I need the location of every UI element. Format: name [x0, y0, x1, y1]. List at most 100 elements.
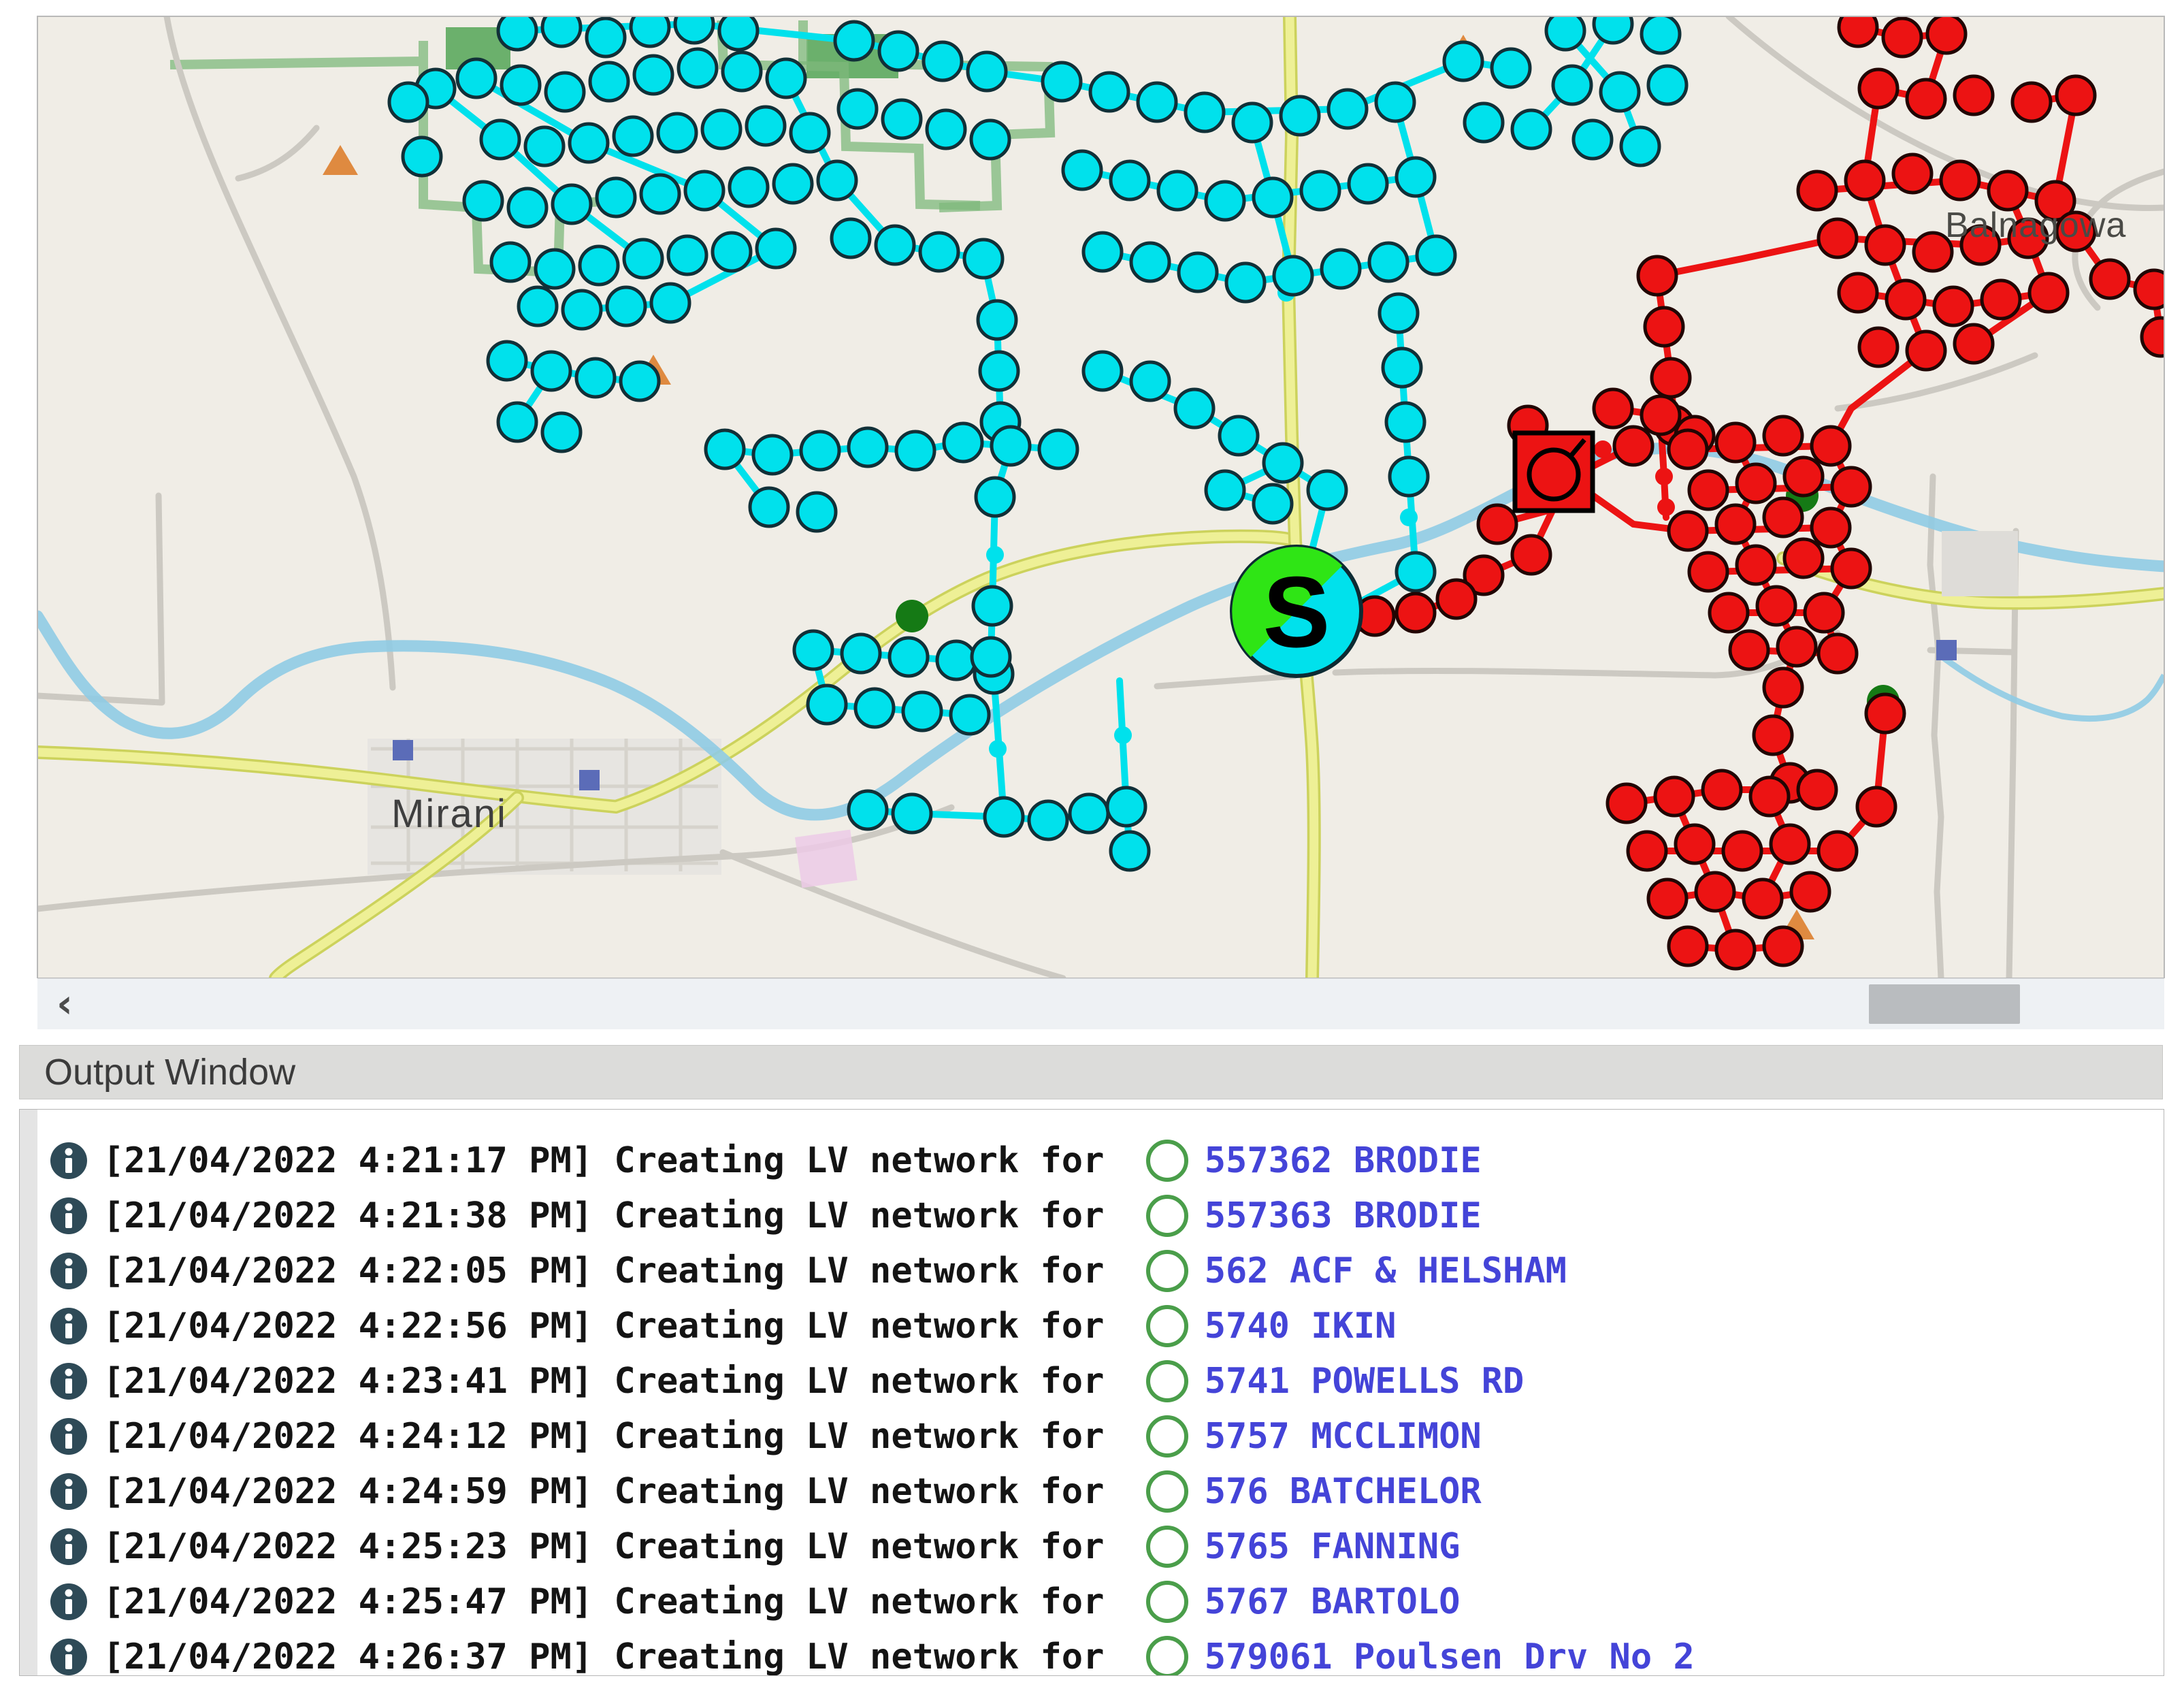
red-node[interactable] [1832, 468, 1870, 506]
red-node[interactable] [1771, 825, 1809, 863]
red-node[interactable] [1812, 427, 1850, 465]
red-node[interactable] [1982, 280, 2020, 319]
red-node[interactable] [2012, 83, 2051, 121]
feeder-link[interactable]: 579061 Poulsen Drv No 2 [1205, 1637, 1695, 1677]
cyan-node[interactable] [937, 641, 975, 679]
red-node[interactable] [1696, 873, 1734, 911]
cyan-node[interactable] [1553, 66, 1591, 104]
cyan-node[interactable] [1158, 172, 1196, 210]
red-node[interactable] [1478, 505, 1516, 543]
red-node[interactable] [1859, 328, 1897, 366]
cyan-node[interactable] [757, 229, 795, 268]
cyan-node[interactable] [1220, 417, 1258, 455]
cyan-node[interactable] [1175, 389, 1213, 428]
map-canvas[interactable]: SMiraniBalnagowa [0, 0, 2184, 978]
cyan-node[interactable] [1179, 253, 1217, 291]
map-horizontal-scrollbar[interactable]: ‹ [37, 978, 2164, 1029]
red-node[interactable] [1744, 880, 1782, 918]
red-node[interactable] [1812, 509, 1850, 547]
cyan-node[interactable] [1380, 294, 1418, 332]
cyan-node[interactable] [576, 359, 615, 397]
red-node[interactable] [1512, 536, 1550, 574]
cyan-node[interactable] [519, 287, 557, 325]
feeder-link[interactable]: 557362 BRODIE [1205, 1140, 1482, 1181]
cyan-node[interactable] [481, 120, 519, 159]
cyan-node[interactable] [1226, 263, 1265, 302]
feeder-link[interactable]: 5740 IKIN [1205, 1306, 1397, 1347]
cyan-node[interactable] [1397, 553, 1435, 591]
cyan-node[interactable] [876, 226, 914, 264]
red-node[interactable] [1710, 594, 1748, 632]
cyan-node[interactable] [1083, 233, 1122, 271]
cyan-node[interactable] [971, 120, 1009, 159]
cyan-node[interactable] [985, 798, 1023, 836]
cyan-node[interactable] [747, 107, 785, 145]
cyan-node[interactable] [634, 56, 672, 94]
feeder-link[interactable]: 5767 BARTOLO [1205, 1581, 1461, 1622]
cyan-node[interactable] [590, 63, 628, 101]
feeder-link[interactable]: 5765 FANNING [1205, 1526, 1461, 1567]
red-node[interactable] [1737, 546, 1775, 584]
cyan-node[interactable] [389, 83, 427, 121]
map-svg[interactable]: SMiraniBalnagowa [0, 0, 2184, 978]
red-node[interactable] [1638, 257, 1676, 295]
cyan-node[interactable] [1063, 151, 1101, 189]
red-node[interactable] [2030, 274, 2068, 312]
red-node[interactable] [1819, 634, 1857, 673]
cyan-node[interactable] [658, 114, 696, 152]
red-node[interactable] [1907, 80, 1945, 118]
cyan-node[interactable] [723, 52, 761, 91]
red-node[interactable] [2057, 76, 2095, 114]
red-node[interactable] [1819, 832, 1857, 870]
cyan-node[interactable] [542, 413, 581, 451]
red-node[interactable] [1437, 580, 1476, 618]
cyan-node[interactable] [1039, 430, 1077, 468]
cyan-node[interactable] [607, 287, 645, 325]
red-node[interactable] [2135, 270, 2173, 308]
red-node[interactable] [1737, 464, 1775, 502]
cyan-node[interactable] [730, 168, 768, 206]
output-log-panel[interactable]: [21/04/2022 4:21:17 PM] Creating LV netw… [19, 1109, 2164, 1676]
cyan-node[interactable] [1090, 73, 1128, 111]
cyan-node[interactable] [1642, 15, 1680, 53]
cyan-node[interactable] [641, 175, 679, 213]
cyan-node[interactable] [675, 5, 713, 43]
red-node[interactable] [1887, 280, 1925, 319]
feeder-link[interactable]: 5741 POWELLS RD [1205, 1361, 1525, 1402]
cyan-node[interactable] [502, 66, 540, 104]
cyan-node[interactable] [719, 12, 757, 50]
red-node[interactable] [1934, 287, 1972, 325]
red-node[interactable] [1754, 716, 1792, 754]
cyan-node[interactable] [1308, 471, 1346, 509]
red-node[interactable] [1689, 471, 1727, 509]
red-node[interactable] [1676, 825, 1714, 863]
red-node[interactable] [1750, 777, 1789, 816]
scrollbar-thumb[interactable] [1869, 984, 2020, 1024]
cyan-node[interactable] [944, 423, 982, 462]
cyan-node[interactable] [1349, 165, 1387, 203]
cyan-node[interactable] [1206, 471, 1244, 509]
cyan-node[interactable] [614, 117, 652, 155]
red-node[interactable] [1703, 771, 1741, 809]
red-node[interactable] [1764, 669, 1802, 707]
cyan-node[interactable] [403, 138, 441, 176]
red-node[interactable] [1723, 832, 1761, 870]
cyan-node[interactable] [1369, 243, 1407, 281]
red-node[interactable] [1716, 931, 1755, 969]
cyan-node[interactable] [488, 342, 526, 380]
cyan-node[interactable] [553, 185, 591, 223]
cyan-node[interactable] [1383, 349, 1421, 387]
cyan-node[interactable] [464, 182, 502, 220]
cyan-node[interactable] [968, 52, 1006, 91]
red-node[interactable] [1784, 457, 1823, 496]
red-node[interactable] [1645, 308, 1683, 346]
cyan-node[interactable] [976, 478, 1014, 516]
red-node[interactable] [1669, 512, 1707, 550]
cyan-node[interactable] [1107, 788, 1145, 826]
cyan-node[interactable] [1444, 42, 1482, 80]
cyan-node[interactable] [890, 638, 928, 676]
cyan-node[interactable] [774, 165, 812, 203]
cyan-node[interactable] [1274, 257, 1312, 295]
cyan-node[interactable] [570, 124, 608, 162]
red-node[interactable] [1805, 594, 1843, 632]
